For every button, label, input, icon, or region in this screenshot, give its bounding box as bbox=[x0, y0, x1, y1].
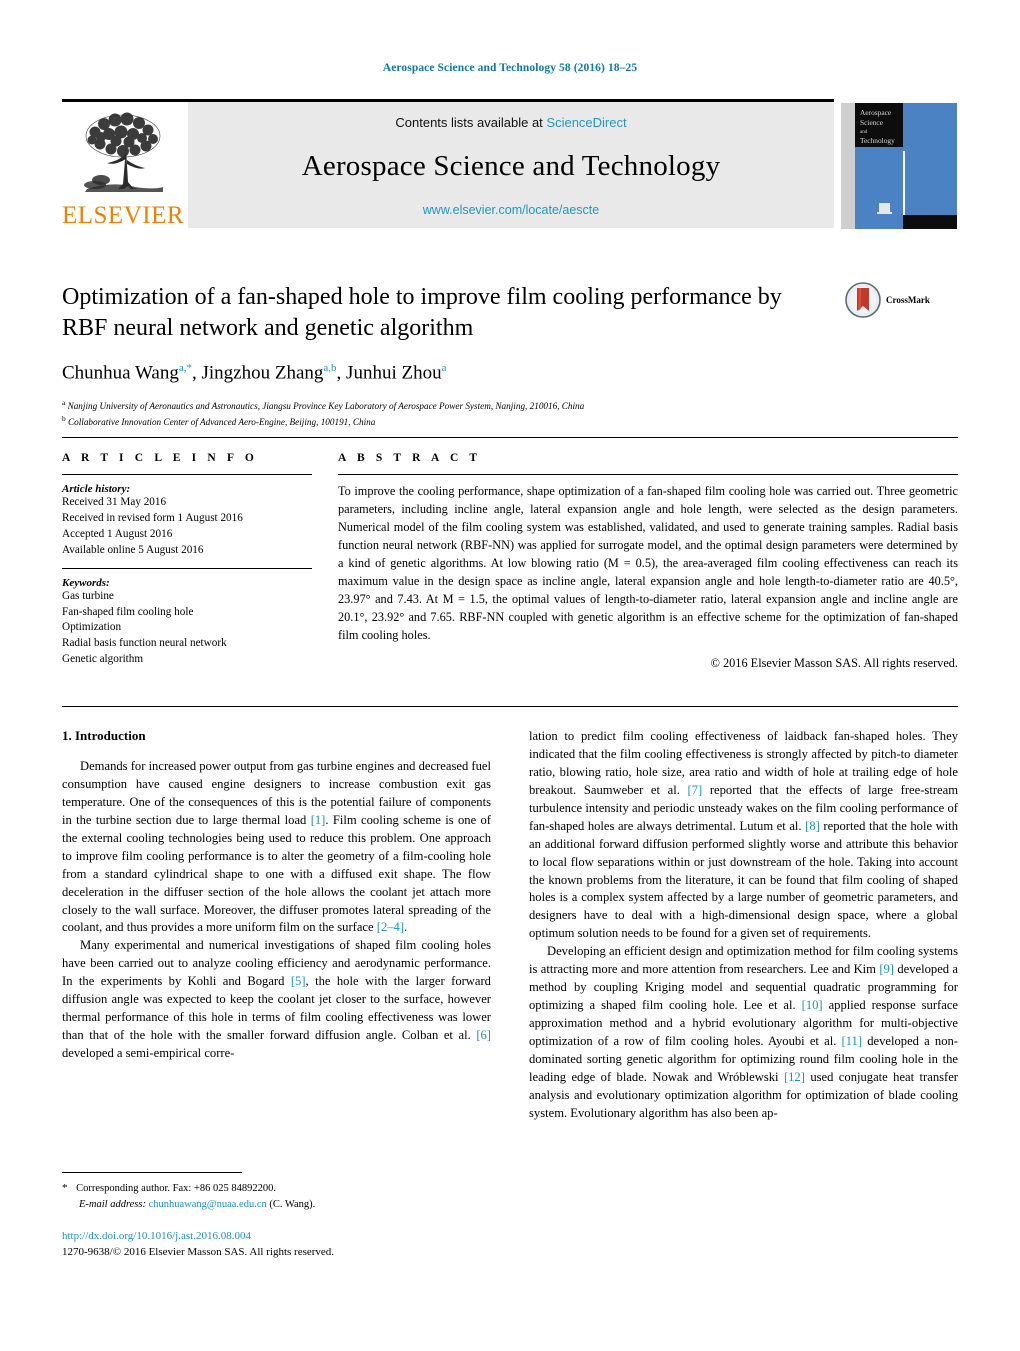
footnote-star-marker: * bbox=[62, 1182, 68, 1194]
abstract-block: A B S T R A C T To improve the cooling p… bbox=[338, 452, 958, 671]
affiliation-item: a Nanjing University of Aeronautics and … bbox=[62, 397, 822, 413]
author-affil-marker: a,b bbox=[323, 362, 337, 375]
paragraph: Developing an efficient design and optim… bbox=[529, 944, 959, 1120]
article-history-label: Article history: bbox=[62, 483, 131, 495]
article-info-heading: A R T I C L E I N F O bbox=[62, 452, 258, 464]
affiliation-text: Collaborative Innovation Center of Advan… bbox=[68, 417, 376, 428]
author-list: Chunhua Wanga,*, Jingzhou Zhanga,b, Junh… bbox=[62, 362, 447, 384]
keyword-item: Fan-shaped film cooling hole bbox=[62, 605, 194, 618]
crossmark-badge[interactable]: CrossMark bbox=[845, 282, 930, 318]
crossmark-icon bbox=[845, 282, 881, 318]
body-column-right: lation to predict film cooling effective… bbox=[529, 728, 958, 1123]
email-label: E-mail address: bbox=[79, 1198, 146, 1210]
email-note: E-mail address: chunhuawang@nuaa.edu.cn … bbox=[62, 1197, 492, 1213]
affiliation-marker: a bbox=[62, 397, 66, 407]
issn-copyright-line: 1270-9638/© 2016 Elsevier Masson SAS. Al… bbox=[62, 1245, 492, 1261]
article-history-item: Accepted 1 August 2016 bbox=[62, 527, 173, 540]
abstract-top-rule bbox=[62, 437, 958, 438]
footnote-block: * Corresponding author. Fax: +86 025 848… bbox=[62, 1180, 492, 1213]
doi-link[interactable]: http://dx.doi.org/10.1016/j.ast.2016.08.… bbox=[62, 1229, 492, 1245]
abstract-heading: A B S T R A C T bbox=[338, 452, 482, 464]
issn-copyright: © 2016 Elsevier Masson SAS. All rights r… bbox=[112, 1245, 335, 1258]
abstract-copyright: © 2016 Elsevier Masson SAS. All rights r… bbox=[710, 655, 958, 670]
article-history-item: Received in revised form 1 August 2016 bbox=[62, 511, 243, 524]
contents-list-line: Contents lists available at ScienceDirec… bbox=[395, 115, 626, 130]
affiliation-list: a Nanjing University of Aeronautics and … bbox=[62, 397, 822, 430]
footnote-rule bbox=[62, 1172, 242, 1173]
article-history-item: Received 31 May 2016 bbox=[62, 496, 167, 508]
author-name: Chunhua Wang bbox=[62, 362, 179, 384]
elsevier-tree-icon bbox=[84, 112, 163, 192]
section-heading-introduction: 1. Introduction bbox=[62, 728, 146, 743]
journal-homepage-link[interactable]: www.elsevier.com/locate/aescte bbox=[423, 203, 599, 217]
paragraph: Demands for increased power output from … bbox=[62, 759, 491, 935]
title-block: Optimization of a fan-shaped hole to imp… bbox=[62, 282, 822, 429]
keywords-label: Keywords: bbox=[62, 576, 110, 589]
svg-text:Technology: Technology bbox=[860, 136, 895, 145]
journal-title: Aerospace Science and Technology bbox=[301, 150, 721, 182]
affiliation-item: b Collaborative Innovation Center of Adv… bbox=[62, 413, 822, 429]
body-column-left: 1. Introduction Demands for increased po… bbox=[62, 728, 491, 1123]
sciencedirect-link[interactable]: ScienceDirect bbox=[546, 115, 626, 130]
svg-text:Science: Science bbox=[860, 118, 884, 127]
journal-article-page: Aerospace Science and Technology 58 (201… bbox=[0, 0, 1020, 1351]
corresponding-author-note: * Corresponding author. Fax: +86 025 848… bbox=[62, 1180, 492, 1197]
author-name: Junhui Zhou bbox=[346, 362, 442, 384]
keyword-item: Genetic algorithm bbox=[62, 653, 144, 666]
journal-cover-thumbnail: Aerospace Science and Technology bbox=[840, 102, 958, 229]
abstract-bottom-rule bbox=[62, 706, 958, 707]
keyword-item: Radial basis function neural network bbox=[62, 637, 227, 650]
author-affil-marker: a,* bbox=[178, 362, 192, 375]
article-info-block: A R T I C L E I N F O Article history: R… bbox=[62, 452, 312, 668]
journal-banner: Contents lists available at ScienceDirec… bbox=[188, 102, 834, 228]
email-suffix: (C. Wang). bbox=[269, 1198, 316, 1210]
page-title: Optimization of a fan-shaped hole to imp… bbox=[62, 284, 782, 341]
keyword-item: Optimization bbox=[62, 621, 122, 634]
author-name: Jingzhou Zhang bbox=[201, 362, 324, 384]
crossmark-label: CrossMark bbox=[886, 295, 930, 305]
email-link[interactable]: chunhuawang@nuaa.edu.cn bbox=[149, 1199, 267, 1210]
abstract-text: To improve the cooling performance, shap… bbox=[338, 484, 958, 642]
elsevier-wordmark: ELSEVIER bbox=[61, 202, 185, 229]
paragraph: Many experimental and numerical investig… bbox=[62, 938, 491, 1060]
author-affil-marker: a bbox=[441, 362, 447, 375]
contents-prefix: Contents lists available at bbox=[395, 115, 547, 130]
running-head: Aerospace Science and Technology 58 (201… bbox=[382, 62, 638, 74]
abstract-rule bbox=[338, 474, 958, 475]
journal-masthead: ELSEVIER Contents lists available at Sci… bbox=[62, 99, 958, 229]
svg-text:Aerospace: Aerospace bbox=[860, 108, 892, 117]
article-history-item: Available online 5 August 2016 bbox=[62, 543, 204, 556]
issn-prefix: 1270-9638/ bbox=[62, 1245, 113, 1258]
cover-art-icon: Aerospace Science and Technology bbox=[841, 103, 957, 229]
paragraph: lation to predict film cooling effective… bbox=[529, 729, 959, 941]
svg-text:and: and bbox=[860, 130, 868, 135]
affiliation-marker: b bbox=[62, 414, 66, 424]
keywords-rule bbox=[62, 567, 312, 569]
elsevier-logo: ELSEVIER bbox=[62, 102, 184, 228]
keyword-item: Gas turbine bbox=[62, 589, 114, 602]
doi-block: http://dx.doi.org/10.1016/j.ast.2016.08.… bbox=[62, 1229, 492, 1260]
corresponding-author-text: Corresponding author. Fax: +86 025 84892… bbox=[76, 1183, 276, 1194]
article-info-rule bbox=[62, 474, 312, 475]
affiliation-text: Nanjing University of Aeronautics and As… bbox=[67, 400, 585, 411]
body-columns: 1. Introduction Demands for increased po… bbox=[62, 728, 958, 1123]
